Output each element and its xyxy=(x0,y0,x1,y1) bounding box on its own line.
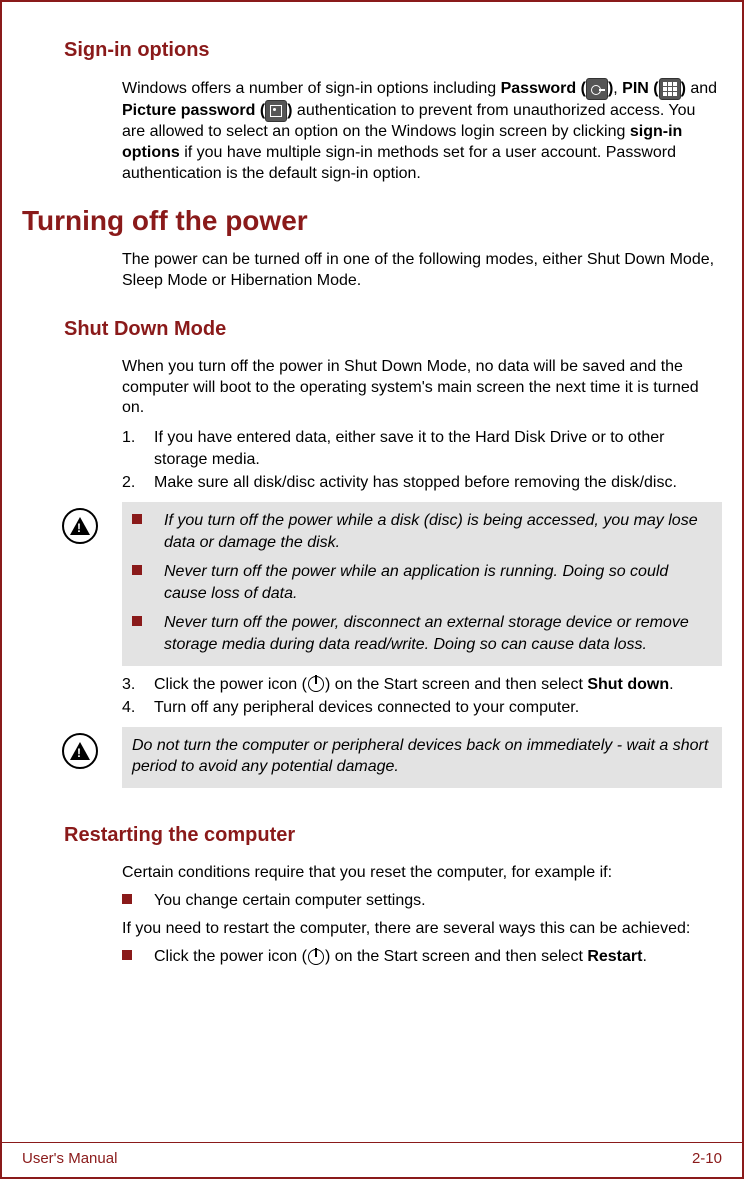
bullet-text: Never turn off the power, disconnect an … xyxy=(164,612,712,655)
bullet-text: Never turn off the power while an applic… xyxy=(164,561,712,604)
list-text: Make sure all disk/disc activity has sto… xyxy=(154,472,718,494)
list-text: If you have entered data, either save it… xyxy=(154,427,718,470)
heading-turning-off-power: Turning off the power xyxy=(22,202,722,240)
heading-shut-down-mode: Shut Down Mode xyxy=(64,316,722,343)
warning-body: Do not turn the computer or peripheral d… xyxy=(122,727,722,788)
list-text: Turn off any peripheral devices connecte… xyxy=(154,697,718,719)
list-number: 2. xyxy=(122,472,154,494)
footer-left: User's Manual xyxy=(22,1149,117,1169)
power-paragraph: The power can be turned off in one of th… xyxy=(122,250,718,292)
text: Click the power icon ( xyxy=(154,948,307,965)
square-bullet-icon xyxy=(132,565,142,575)
text: ) on the Start screen and then select xyxy=(325,676,587,693)
signin-body: Windows offers a number of sign-in optio… xyxy=(122,78,718,184)
bullet-item: If you turn off the power while a disk (… xyxy=(132,510,712,553)
text: . xyxy=(642,948,646,965)
key-icon xyxy=(586,78,608,100)
warning-triangle-icon xyxy=(70,742,90,760)
shutdown-body: When you turn off the power in Shut Down… xyxy=(122,357,718,494)
heading-signin-options: Sign-in options xyxy=(64,37,722,64)
shutdown-ordered-list: 1. If you have entered data, either save… xyxy=(122,427,718,494)
text: if you have multiple sign-in methods set… xyxy=(122,144,676,182)
list-item: 2. Make sure all disk/disc activity has … xyxy=(122,472,718,494)
warning-callout: Do not turn the computer or peripheral d… xyxy=(62,727,722,788)
list-number: 4. xyxy=(122,697,154,719)
power-body: The power can be turned off in one of th… xyxy=(122,250,718,292)
bold-pin: PIN ( xyxy=(622,80,658,97)
bullet-item: Click the power icon ( ) on the Start scr… xyxy=(122,946,718,968)
warning-icon xyxy=(62,508,98,544)
bullet-text: Click the power icon ( ) on the Start scr… xyxy=(154,946,718,968)
warning-icon-column xyxy=(62,727,122,788)
bold-picture-password: Picture password ( xyxy=(122,102,265,119)
list-item: 3. Click the power icon ( ) on the Start … xyxy=(122,674,718,696)
list-number: 1. xyxy=(122,427,154,470)
text: ) on the Start screen and then select xyxy=(325,948,587,965)
heading-restarting-computer: Restarting the computer xyxy=(64,822,722,849)
text: . xyxy=(669,676,673,693)
shutdown-ordered-list-cont: 3. Click the power icon ( ) on the Start … xyxy=(122,674,718,719)
warning-text: Do not turn the computer or peripheral d… xyxy=(132,737,708,776)
bullet-text: If you turn off the power while a disk (… xyxy=(164,510,712,553)
restart-body: Certain conditions require that you rese… xyxy=(122,863,718,968)
bullet-text: You change certain computer settings. xyxy=(154,890,718,912)
bold-shut-down: Shut down xyxy=(587,676,669,693)
square-bullet-icon xyxy=(122,950,132,960)
power-icon xyxy=(308,949,324,965)
footer-right: 2-10 xyxy=(692,1149,722,1169)
bullet-item: You change certain computer settings. xyxy=(122,890,718,912)
shutdown-body-continued: 3. Click the power icon ( ) on the Start … xyxy=(122,674,718,719)
bullet-item: Never turn off the power while an applic… xyxy=(132,561,712,604)
list-item: 1. If you have entered data, either save… xyxy=(122,427,718,470)
warning-icon-column xyxy=(62,502,122,666)
warning-triangle-icon xyxy=(70,517,90,535)
square-bullet-icon xyxy=(132,514,142,524)
content-area: Sign-in options Windows offers a number … xyxy=(22,37,722,968)
power-icon xyxy=(308,676,324,692)
warning-icon xyxy=(62,733,98,769)
picture-icon xyxy=(265,100,287,122)
text: , xyxy=(613,80,622,97)
shutdown-paragraph: When you turn off the power in Shut Down… xyxy=(122,357,718,419)
square-bullet-icon xyxy=(122,894,132,904)
restart-paragraph: Certain conditions require that you rese… xyxy=(122,863,718,884)
text: and xyxy=(686,80,717,97)
keypad-icon xyxy=(659,78,681,100)
list-number: 3. xyxy=(122,674,154,696)
warning-body: If you turn off the power while a disk (… xyxy=(122,502,722,666)
list-item: 4. Turn off any peripheral devices conne… xyxy=(122,697,718,719)
signin-paragraph: Windows offers a number of sign-in optio… xyxy=(122,78,718,184)
square-bullet-icon xyxy=(132,616,142,626)
page-footer: User's Manual 2-10 xyxy=(2,1142,742,1177)
bold-restart: Restart xyxy=(587,948,642,965)
text: Windows offers a number of sign-in optio… xyxy=(122,80,501,97)
warning-callout: If you turn off the power while a disk (… xyxy=(62,502,722,666)
bullet-item: Never turn off the power, disconnect an … xyxy=(132,612,712,655)
restart-paragraph: If you need to restart the computer, the… xyxy=(122,919,718,940)
bold-password: Password ( xyxy=(501,80,586,97)
list-text: Click the power icon ( ) on the Start scr… xyxy=(154,674,718,696)
text: Click the power icon ( xyxy=(154,676,307,693)
page: Sign-in options Windows offers a number … xyxy=(0,0,744,1179)
